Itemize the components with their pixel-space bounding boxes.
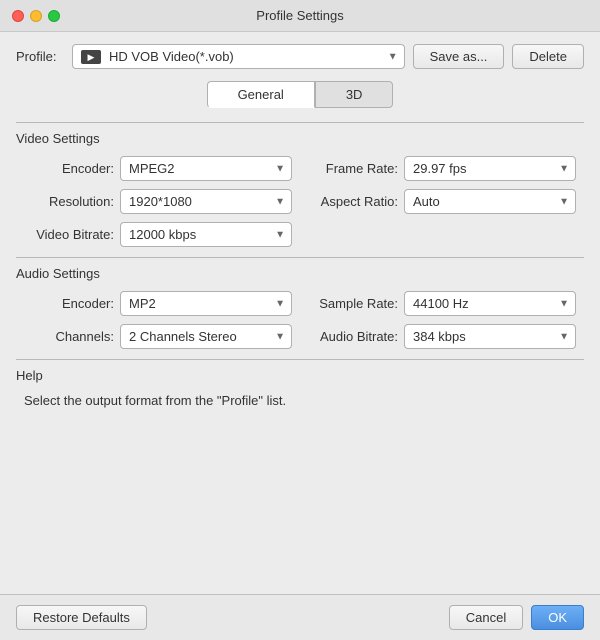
cancel-button[interactable]: Cancel: [449, 605, 523, 630]
frame-rate-select[interactable]: 29.97 fps: [404, 156, 576, 181]
audio-encoder-select-wrapper: MP2 ▼: [120, 291, 292, 316]
channels-select[interactable]: 2 Channels Stereo: [120, 324, 292, 349]
aspect-ratio-select-wrapper: Auto ▼: [404, 189, 576, 214]
traffic-lights: [12, 10, 60, 22]
window-title: Profile Settings: [256, 8, 343, 23]
close-button[interactable]: [12, 10, 24, 22]
help-section: Help Select the output format from the "…: [16, 359, 584, 582]
audio-encoder-select[interactable]: MP2: [120, 291, 292, 316]
resolution-row: Resolution: 1920*1080 ▼: [24, 189, 292, 214]
audio-settings-title: Audio Settings: [16, 266, 584, 281]
video-bitrate-label: Video Bitrate:: [24, 227, 114, 242]
resolution-label: Resolution:: [24, 194, 114, 209]
resolution-select-wrapper: 1920*1080 ▼: [120, 189, 292, 214]
encoder-select[interactable]: MPEG2: [120, 156, 292, 181]
profile-select-wrapper: ▶ HD VOB Video(*.vob) ▼: [72, 44, 405, 69]
video-bitrate-select-wrapper: 12000 kbps ▼: [120, 222, 292, 247]
tab-3d[interactable]: 3D: [315, 81, 394, 108]
sample-rate-label: Sample Rate:: [308, 296, 398, 311]
footer: Restore Defaults Cancel OK: [0, 594, 600, 640]
profile-buttons: Save as... Delete: [413, 44, 584, 69]
profile-label: Profile:: [16, 49, 64, 64]
audio-bitrate-row: Audio Bitrate: 384 kbps ▼: [308, 324, 576, 349]
audio-fields-grid: Encoder: MP2 ▼ Sample Rate: 44100 Hz ▼: [16, 291, 584, 349]
footer-right-buttons: Cancel OK: [449, 605, 584, 630]
minimize-button[interactable]: [30, 10, 42, 22]
restore-defaults-button[interactable]: Restore Defaults: [16, 605, 147, 630]
sample-rate-select-wrapper: 44100 Hz ▼: [404, 291, 576, 316]
aspect-ratio-label: Aspect Ratio:: [308, 194, 398, 209]
video-bitrate-row: Video Bitrate: 12000 kbps ▼: [24, 222, 292, 247]
video-bitrate-select[interactable]: 12000 kbps: [120, 222, 292, 247]
frame-rate-select-wrapper: 29.97 fps ▼: [404, 156, 576, 181]
channels-label: Channels:: [24, 329, 114, 344]
frame-rate-row: Frame Rate: 29.97 fps ▼: [308, 156, 576, 181]
aspect-ratio-select[interactable]: Auto: [404, 189, 576, 214]
audio-encoder-row: Encoder: MP2 ▼: [24, 291, 292, 316]
sample-rate-select[interactable]: 44100 Hz: [404, 291, 576, 316]
profile-icon: ▶: [81, 50, 101, 64]
video-settings-section: Video Settings Encoder: MPEG2 ▼ Frame Ra…: [16, 122, 584, 247]
encoder-label: Encoder:: [24, 161, 114, 176]
tabs-row: General 3D: [16, 81, 584, 108]
profile-row: Profile: ▶ HD VOB Video(*.vob) ▼ Save as…: [16, 44, 584, 69]
encoder-select-wrapper: MPEG2 ▼: [120, 156, 292, 181]
ok-button[interactable]: OK: [531, 605, 584, 630]
encoder-row: Encoder: MPEG2 ▼: [24, 156, 292, 181]
video-settings-title: Video Settings: [16, 131, 584, 146]
audio-bitrate-label: Audio Bitrate:: [308, 329, 398, 344]
frame-rate-label: Frame Rate:: [308, 161, 398, 176]
audio-settings-section: Audio Settings Encoder: MP2 ▼ Sample Rat…: [16, 257, 584, 349]
audio-encoder-label: Encoder:: [24, 296, 114, 311]
main-content: Profile: ▶ HD VOB Video(*.vob) ▼ Save as…: [0, 32, 600, 594]
save-as-button[interactable]: Save as...: [413, 44, 505, 69]
channels-row: Channels: 2 Channels Stereo ▼: [24, 324, 292, 349]
delete-button[interactable]: Delete: [512, 44, 584, 69]
audio-bitrate-select-wrapper: 384 kbps ▼: [404, 324, 576, 349]
audio-bitrate-select[interactable]: 384 kbps: [404, 324, 576, 349]
tab-general[interactable]: General: [207, 81, 315, 108]
aspect-ratio-row: Aspect Ratio: Auto ▼: [308, 189, 576, 214]
resolution-select[interactable]: 1920*1080: [120, 189, 292, 214]
sample-rate-row: Sample Rate: 44100 Hz ▼: [308, 291, 576, 316]
channels-select-wrapper: 2 Channels Stereo ▼: [120, 324, 292, 349]
help-text: Select the output format from the "Profi…: [16, 393, 584, 408]
profile-select[interactable]: HD VOB Video(*.vob): [109, 49, 396, 64]
maximize-button[interactable]: [48, 10, 60, 22]
title-bar: Profile Settings: [0, 0, 600, 32]
video-fields-grid: Encoder: MPEG2 ▼ Frame Rate: 29.97 fps ▼: [16, 156, 584, 247]
help-title: Help: [16, 368, 584, 383]
